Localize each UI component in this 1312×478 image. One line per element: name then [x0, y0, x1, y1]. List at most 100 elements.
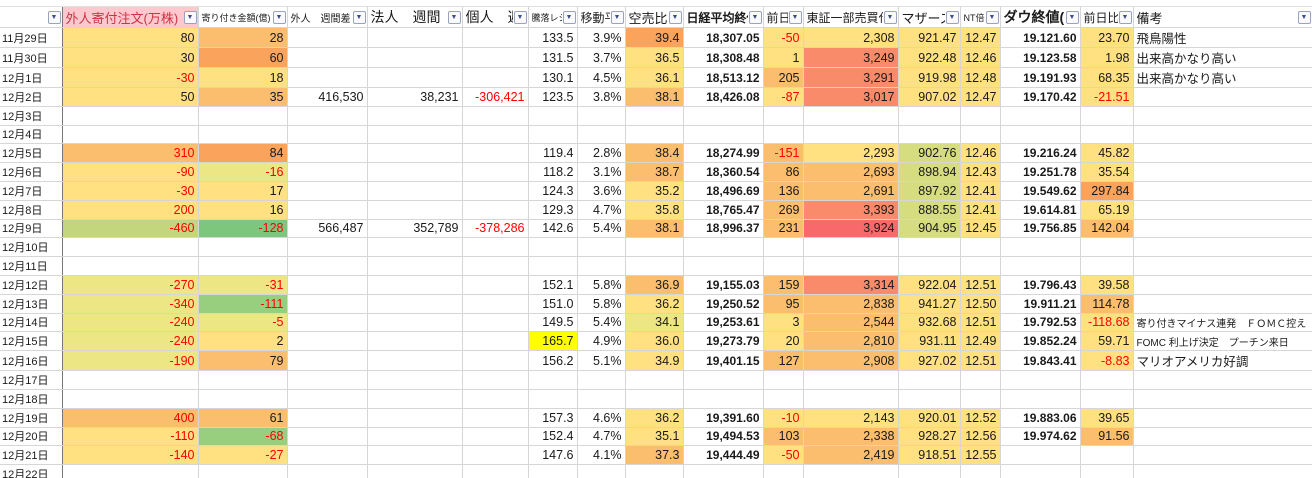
cell-dow_close[interactable]: 19.123.58 — [1000, 48, 1080, 68]
cell-mothers[interactable]: 932.68 — [898, 313, 960, 332]
cell-tosho_ichibu[interactable]: 2,143 — [803, 408, 898, 427]
cell-biko[interactable] — [1133, 144, 1312, 163]
cell-dow_close[interactable]: 19.974.62 — [1000, 427, 1080, 446]
cell-yoritsuke_kingaku[interactable]: -68 — [198, 427, 287, 446]
cell-kojin_shu[interactable]: -306,421 — [462, 88, 528, 107]
cell-zenjitsu[interactable]: 103 — [763, 427, 803, 446]
cell-toraku_ratio[interactable] — [528, 238, 577, 257]
cell-zenjitsuhi[interactable] — [1080, 371, 1133, 390]
cell-ido_heikin[interactable] — [577, 106, 625, 125]
cell-nikkei_close[interactable]: 19,250.52 — [683, 294, 763, 313]
cell-ido_heikin[interactable] — [577, 389, 625, 408]
cell-kojin_shu[interactable] — [462, 389, 528, 408]
column-header-zenjitsu[interactable]: 前日比▼ — [763, 7, 803, 28]
cell-gaijin_shukan[interactable] — [287, 427, 367, 446]
cell-dow_close[interactable]: 19.796.43 — [1000, 275, 1080, 294]
cell-gaijin_yoritsuke[interactable]: 80 — [62, 28, 198, 48]
cell-gaijin_shukan[interactable] — [287, 28, 367, 48]
column-header-yoritsuke_kingaku[interactable]: 寄り付き金額(億)▼ — [198, 7, 287, 28]
cell-biko[interactable] — [1133, 200, 1312, 219]
cell-nikkei_close[interactable]: 19,273.79 — [683, 332, 763, 351]
cell-ido_heikin[interactable] — [577, 257, 625, 276]
date-cell[interactable]: 12月2日 — [0, 88, 62, 107]
cell-kojin_shu[interactable] — [462, 106, 528, 125]
date-cell[interactable]: 12月5日 — [0, 144, 62, 163]
cell-tosho_ichibu[interactable]: 3,017 — [803, 88, 898, 107]
cell-biko[interactable] — [1133, 408, 1312, 427]
cell-biko[interactable] — [1133, 125, 1312, 144]
filter-dropdown-icon[interactable]: ▼ — [1119, 11, 1132, 24]
column-header-karauri_hi[interactable]: 空売比率▼ — [625, 7, 683, 28]
cell-mothers[interactable] — [898, 125, 960, 144]
date-cell[interactable]: 12月21日 — [0, 446, 62, 465]
cell-hojin_shukan[interactable] — [367, 371, 462, 390]
cell-kojin_shu[interactable] — [462, 257, 528, 276]
column-header-gaijin_shukan[interactable]: 外人 週間差▼ — [287, 7, 367, 28]
cell-nikkei_close[interactable]: 18,513.12 — [683, 68, 763, 88]
cell-hojin_shukan[interactable] — [367, 351, 462, 371]
cell-dow_close[interactable]: 19.756.85 — [1000, 219, 1080, 238]
cell-yoritsuke_kingaku[interactable]: 16 — [198, 200, 287, 219]
cell-hojin_shukan[interactable] — [367, 465, 462, 478]
cell-zenjitsuhi[interactable]: 65.19 — [1080, 200, 1133, 219]
cell-tosho_ichibu[interactable] — [803, 465, 898, 478]
cell-tosho_ichibu[interactable] — [803, 125, 898, 144]
cell-gaijin_shukan[interactable] — [287, 351, 367, 371]
cell-biko[interactable] — [1133, 389, 1312, 408]
date-cell[interactable]: 12月8日 — [0, 200, 62, 219]
cell-tosho_ichibu[interactable] — [803, 389, 898, 408]
cell-mothers[interactable] — [898, 389, 960, 408]
date-cell[interactable]: 12月16日 — [0, 351, 62, 371]
cell-ido_heikin[interactable]: 4.1% — [577, 446, 625, 465]
cell-toraku_ratio[interactable] — [528, 125, 577, 144]
cell-nikkei_close[interactable]: 19,391.60 — [683, 408, 763, 427]
cell-nt_bai[interactable] — [960, 238, 1000, 257]
date-cell[interactable]: 12月18日 — [0, 389, 62, 408]
cell-toraku_ratio[interactable]: 131.5 — [528, 48, 577, 68]
cell-yoritsuke_kingaku[interactable]: -16 — [198, 163, 287, 182]
cell-nikkei_close[interactable] — [683, 465, 763, 478]
date-cell[interactable]: 12月4日 — [0, 125, 62, 144]
cell-dow_close[interactable] — [1000, 125, 1080, 144]
cell-mothers[interactable] — [898, 371, 960, 390]
cell-dow_close[interactable] — [1000, 106, 1080, 125]
cell-karauri_hi[interactable] — [625, 389, 683, 408]
cell-gaijin_shukan[interactable] — [287, 200, 367, 219]
filter-dropdown-icon[interactable]: ▼ — [611, 11, 624, 24]
cell-kojin_shu[interactable] — [462, 238, 528, 257]
cell-nt_bai[interactable]: 12.55 — [960, 446, 1000, 465]
cell-tosho_ichibu[interactable]: 2,338 — [803, 427, 898, 446]
cell-nt_bai[interactable]: 12.46 — [960, 144, 1000, 163]
cell-karauri_hi[interactable]: 37.3 — [625, 446, 683, 465]
cell-kojin_shu[interactable] — [462, 332, 528, 351]
cell-nt_bai[interactable] — [960, 125, 1000, 144]
cell-hojin_shukan[interactable] — [367, 28, 462, 48]
cell-gaijin_shukan[interactable] — [287, 389, 367, 408]
cell-hojin_shukan[interactable] — [367, 389, 462, 408]
cell-nikkei_close[interactable]: 18,996.37 — [683, 219, 763, 238]
cell-karauri_hi[interactable]: 35.1 — [625, 427, 683, 446]
date-cell[interactable]: 12月3日 — [0, 106, 62, 125]
cell-karauri_hi[interactable]: 34.1 — [625, 313, 683, 332]
cell-biko[interactable]: 飛鳥陽性 — [1133, 28, 1312, 48]
column-header-kojin_shu[interactable]: 個人 週間▼ — [462, 7, 528, 28]
date-cell[interactable]: 12月22日 — [0, 465, 62, 478]
cell-ido_heikin[interactable]: 5.8% — [577, 275, 625, 294]
cell-dow_close[interactable]: 19.216.24 — [1000, 144, 1080, 163]
cell-mothers[interactable] — [898, 257, 960, 276]
cell-zenjitsu[interactable] — [763, 389, 803, 408]
date-cell[interactable]: 12月11日 — [0, 257, 62, 276]
cell-gaijin_yoritsuke[interactable]: 200 — [62, 200, 198, 219]
cell-gaijin_shukan[interactable] — [287, 106, 367, 125]
cell-hojin_shukan[interactable] — [367, 313, 462, 332]
cell-gaijin_shukan[interactable] — [287, 275, 367, 294]
cell-nt_bai[interactable] — [960, 389, 1000, 408]
filter-dropdown-icon[interactable]: ▼ — [789, 11, 802, 24]
cell-mothers[interactable]: 931.11 — [898, 332, 960, 351]
cell-karauri_hi[interactable]: 36.9 — [625, 275, 683, 294]
cell-zenjitsuhi[interactable]: 45.82 — [1080, 144, 1133, 163]
cell-zenjitsuhi[interactable]: 297.84 — [1080, 181, 1133, 200]
cell-yoritsuke_kingaku[interactable] — [198, 389, 287, 408]
date-cell[interactable]: 11月29日 — [0, 28, 62, 48]
cell-kojin_shu[interactable] — [462, 408, 528, 427]
